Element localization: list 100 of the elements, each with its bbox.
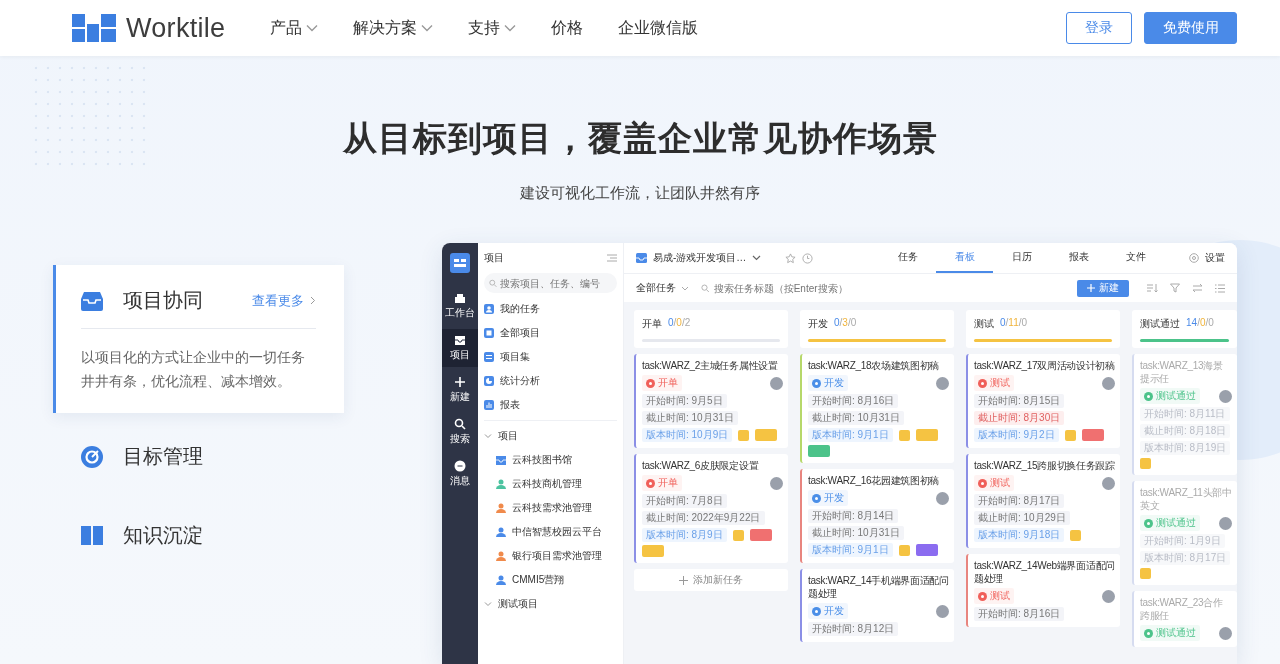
- nav-menu-item[interactable]: 价格: [551, 17, 584, 39]
- view-tab[interactable]: 报表: [1050, 243, 1108, 273]
- task-card[interactable]: task:WARZ_14Web端界面适配问题处理 测试 开始时间: 8月16日: [966, 554, 1120, 627]
- sidebar-nav-item[interactable]: 统计分析: [484, 369, 617, 393]
- task-card[interactable]: task:WARZ_2主城任务属性设置 开单 开始时间: 9月5日 截止时间: 10月31日 版本时间: 10月9日: [634, 354, 788, 448]
- swap-icon[interactable]: [1192, 283, 1203, 293]
- status-chip: 测试: [974, 375, 1014, 391]
- task-card[interactable]: task:WARZ_15跨服切换任务跟踪 测试 开始时间: 8月17日 截止时间: 10月29日 版本时间: 9月18日: [966, 454, 1120, 548]
- project-search-field[interactable]: 搜索项目、任务、编号: [484, 273, 617, 293]
- plus-icon: [454, 376, 466, 388]
- version-date-chip: 版本时间: 9月18日: [974, 528, 1065, 542]
- caret-icon[interactable]: [752, 255, 762, 261]
- status-chip: 测试: [974, 588, 1014, 604]
- status-chip: 开单: [642, 475, 682, 491]
- sidebar-nav-item[interactable]: 我的任务: [484, 297, 617, 321]
- chevron-down-icon: [421, 24, 434, 32]
- task-title: task:WARZ_17双周活动设计初稿: [974, 359, 1115, 372]
- task-title: task:WARZ_11头部中英文: [1140, 486, 1232, 512]
- book-icon: [81, 525, 103, 546]
- status-chip: 测试: [974, 475, 1014, 491]
- rail-nav-item[interactable]: 工作台: [442, 287, 478, 325]
- task-card[interactable]: task:WARZ_17双周活动设计初稿 测试 开始时间: 8月15日 截止时间: 8月30日 版本时间: 9月2日: [966, 354, 1120, 448]
- column-count: 0/3/0: [834, 317, 857, 330]
- view-tab[interactable]: 任务: [879, 243, 937, 273]
- rail-nav-item[interactable]: 消息: [442, 455, 478, 493]
- avatar: [1219, 626, 1232, 640]
- task-title: task:WARZ_14手机端界面适配问题处理: [808, 574, 949, 600]
- rail-nav-item[interactable]: 搜索: [442, 413, 478, 451]
- task-title: task:WARZ_23合作跨服任: [1140, 596, 1224, 622]
- start-date-chip: 开始时间: 9月5日: [642, 394, 727, 408]
- project-list-item[interactable]: CMMI5营翔: [484, 568, 617, 592]
- settings-label[interactable]: 设置: [1205, 251, 1225, 265]
- avatar: [770, 476, 783, 490]
- start-date-chip: 开始时间: 8月14日: [808, 509, 899, 523]
- column-count: 14/0/0: [1186, 317, 1214, 330]
- task-title: task:WARZ_14Web端界面适配问题处理: [974, 559, 1115, 585]
- hero-subtitle: 建设可视化工作流，让团队井然有序: [519, 184, 761, 203]
- start-date-chip: 开始时间: 8月16日: [974, 607, 1065, 621]
- project-list-item[interactable]: 云科技需求池管理: [484, 496, 617, 520]
- settings-icon[interactable]: [1189, 253, 1199, 263]
- task-card[interactable]: task:WARZ_6皮肤限定设置 开单 开始时间: 7月8日 截止时间: 2022年9月22日 版本时间: 8月9日: [634, 454, 788, 563]
- sidebar-title: 项目: [484, 251, 504, 265]
- nav-menu-item[interactable]: 解决方案: [353, 17, 434, 39]
- version-date-chip: 版本时间: 8月9日: [642, 528, 727, 542]
- briefcase-icon: [454, 292, 466, 304]
- task-search-field[interactable]: 搜索任务标题（按Enter搜索）: [701, 282, 1061, 294]
- sidebar-nav-item[interactable]: 项目集: [484, 345, 617, 369]
- start-date-chip: 开始时间: 8月17日: [974, 494, 1065, 508]
- status-chip: 开发: [808, 490, 848, 506]
- chevron-down-icon: [484, 433, 492, 439]
- sort-icon[interactable]: [1147, 283, 1158, 293]
- plus-icon: [679, 575, 688, 585]
- pie-chart-icon: [484, 376, 494, 386]
- task-card[interactable]: task:WARZ_18农场建筑图初稿 开发 开始时间: 8月16日 截止时间: 10月31日 版本时间: 9月1日: [800, 354, 954, 463]
- task-card[interactable]: task:WARZ_16花园建筑图初稿 开发 开始时间: 8月14日 截止时间: 10月31日 版本时间: 9月1日: [800, 469, 954, 563]
- task-card[interactable]: task:WARZ_14手机端界面适配问题处理 开发 开始时间: 8月12日: [800, 569, 954, 642]
- project-list-item[interactable]: 云科技商机管理: [484, 472, 617, 496]
- view-tab[interactable]: 日历: [993, 243, 1051, 273]
- project-list-item[interactable]: 云科技图书馆: [484, 448, 617, 472]
- list-icon[interactable]: [1215, 283, 1225, 293]
- view-more-link[interactable]: 查看更多: [252, 291, 304, 310]
- login-button[interactable]: 登录: [1066, 12, 1132, 44]
- nav-menu-item[interactable]: 企业微信版: [618, 17, 699, 39]
- clock-icon[interactable]: [802, 252, 814, 264]
- feature-tab[interactable]: 目标管理: [53, 443, 344, 470]
- star-icon[interactable]: [785, 252, 797, 264]
- project-list-item[interactable]: 银行项目需求池管理: [484, 544, 617, 568]
- chevron-down-icon: [484, 601, 492, 607]
- bar-chart-icon: [484, 400, 494, 410]
- add-task-button[interactable]: 添加新任务: [634, 569, 788, 591]
- task-title: task:WARZ_2主城任务属性设置: [642, 359, 779, 372]
- task-title: task:WARZ_6皮肤限定设置: [642, 459, 760, 472]
- column-title: 开单: [642, 317, 662, 331]
- rail-nav-item[interactable]: 项目: [442, 329, 478, 367]
- avatar: [1219, 389, 1232, 403]
- view-tab[interactable]: 文件: [1107, 243, 1165, 273]
- nav-menu-item[interactable]: 支持: [468, 17, 517, 39]
- task-title: task:WARZ_15跨服切换任务跟踪: [974, 459, 1115, 472]
- feature-tab[interactable]: 知识沉淀: [53, 522, 344, 549]
- hero-title: 从目标到项目，覆盖企业常见协作场景: [341, 118, 939, 159]
- due-date-chip: 截止时间: 10月31日: [642, 411, 738, 425]
- nav-menu-item[interactable]: 产品: [270, 17, 319, 39]
- project-group-header[interactable]: 测试项目: [484, 592, 617, 616]
- feature-description: 以项目化的方式让企业中的一切任务井井有条，优化流程、减本增效。: [81, 348, 306, 391]
- collapse-icon[interactable]: [607, 254, 617, 262]
- task-filter-dropdown[interactable]: 全部任务: [636, 281, 689, 295]
- project-group-header[interactable]: 项目: [484, 424, 617, 448]
- sidebar-nav-item[interactable]: 报表: [484, 393, 617, 417]
- project-name[interactable]: 易成-游戏开发项目…: [653, 251, 747, 265]
- project-list-item[interactable]: 中信智慧校园云平台: [484, 520, 617, 544]
- feature-card[interactable]: 项目协同 查看更多 以项目化的方式让企业中的一切任务井井有条，优化流程、减本增效。: [53, 265, 344, 413]
- due-date-chip: 截止时间: 8月30日: [974, 411, 1065, 425]
- rail-nav-item[interactable]: 新建: [442, 371, 478, 409]
- avatar: [1102, 589, 1115, 603]
- feature-title: 知识沉淀: [123, 523, 203, 548]
- status-chip: 测试通过: [1140, 625, 1200, 641]
- column-title: 开发: [808, 317, 828, 331]
- column-title: 测试通过: [1140, 317, 1180, 331]
- filter-icon[interactable]: [1170, 283, 1180, 293]
- sidebar-nav-item[interactable]: 全部项目: [484, 321, 617, 345]
